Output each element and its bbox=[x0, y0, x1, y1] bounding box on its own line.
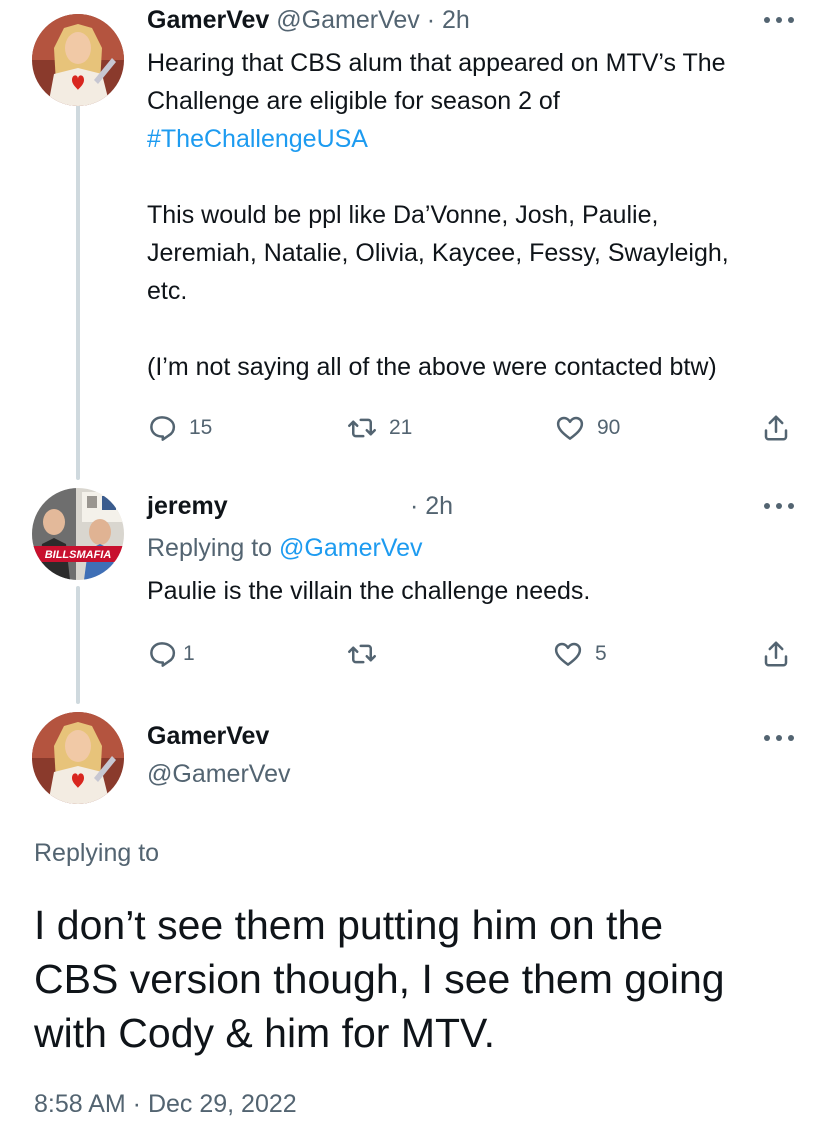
tweet-text-line: etc. bbox=[147, 277, 188, 305]
avatar-banner-text: BILLSMAFIA bbox=[45, 549, 112, 561]
tweet-2-actions: 1 5 bbox=[147, 636, 797, 672]
handle[interactable]: @GamerVev bbox=[147, 760, 290, 788]
retweet-button[interactable]: 21 bbox=[347, 410, 412, 446]
like-count: 5 bbox=[595, 642, 607, 665]
tweet-2-text: Paulie is the villain the challenge need… bbox=[147, 572, 807, 610]
retweet-icon bbox=[348, 644, 376, 664]
like-button[interactable]: 90 bbox=[555, 410, 620, 446]
main-tweet-text: I don’t see them putting him on the CBS … bbox=[34, 898, 804, 1060]
tweet-text-line: Paulie is the villain the challenge need… bbox=[147, 577, 591, 605]
avatar-gamervev[interactable] bbox=[32, 712, 124, 804]
more-icon[interactable] bbox=[764, 491, 794, 521]
main-tweet-name: GamerVev bbox=[147, 721, 269, 751]
avatar-gamervev[interactable] bbox=[32, 14, 124, 106]
tweet-2-time: · 2h bbox=[410, 491, 453, 521]
hashtag-link[interactable]: #TheChallengeUSA bbox=[147, 125, 368, 153]
display-name[interactable]: GamerVev bbox=[147, 6, 269, 34]
tweet-1-text: Hearing that CBS alum that appeared on M… bbox=[147, 44, 807, 386]
replying-handle-link[interactable]: @GamerVev bbox=[279, 534, 422, 562]
avatar-image bbox=[32, 712, 124, 804]
tweet-text-line: Challenge are eligible for season 2 of bbox=[147, 87, 560, 115]
thread-line-1 bbox=[76, 98, 80, 480]
reply-icon bbox=[150, 642, 176, 667]
reply-button[interactable]: 15 bbox=[147, 410, 212, 446]
replying-label: Replying to bbox=[147, 534, 273, 562]
avatar-image bbox=[32, 14, 124, 106]
share-icon bbox=[764, 641, 788, 667]
more-icon[interactable] bbox=[764, 5, 794, 35]
replying-to: Replying to @GamerVev bbox=[147, 533, 423, 563]
retweet-count: 21 bbox=[389, 416, 413, 439]
tweet-2-header: jeremy bbox=[147, 491, 228, 521]
thread-line-2 bbox=[76, 586, 80, 704]
heart-icon bbox=[554, 642, 582, 666]
tweet-text-line: with Cody & him for MTV. bbox=[34, 1010, 496, 1056]
avatar-image: BILLSMAFIA bbox=[32, 488, 124, 580]
share-button[interactable] bbox=[761, 410, 791, 446]
tweet-text-line: This would be ppl like Da’Vonne, Josh, P… bbox=[147, 201, 659, 229]
tweet-1-header: GamerVev @GamerVev · 2h bbox=[147, 5, 470, 35]
tweet-text-line: Hearing that CBS alum that appeared on M… bbox=[147, 49, 726, 77]
reply-button[interactable]: 1 bbox=[147, 636, 195, 672]
replying-to: Replying to bbox=[34, 839, 160, 867]
display-name[interactable]: jeremy bbox=[147, 492, 228, 520]
tweet-text-line: (I’m not saying all of the above were co… bbox=[147, 353, 717, 381]
tweet-text-line: Jeremiah, Natalie, Olivia, Kaycee, Fessy… bbox=[147, 239, 729, 267]
handle[interactable]: @GamerVev bbox=[276, 6, 419, 34]
more-icon[interactable] bbox=[764, 723, 794, 753]
tweet-timestamp[interactable]: 8:58 AM · Dec 29, 2022 bbox=[34, 1088, 297, 1120]
avatar-jeremy[interactable]: BILLSMAFIA bbox=[32, 488, 124, 580]
reply-icon bbox=[150, 416, 176, 441]
tweet-text-line: I don’t see them putting him on the bbox=[34, 902, 664, 948]
reply-count: 1 bbox=[183, 642, 195, 665]
share-icon bbox=[764, 415, 788, 441]
timestamp[interactable]: · 2h bbox=[427, 6, 470, 34]
heart-icon bbox=[556, 416, 584, 440]
timestamp[interactable]: · 2h bbox=[410, 492, 453, 520]
reply-count: 15 bbox=[189, 416, 213, 439]
like-count: 90 bbox=[597, 416, 621, 439]
share-button[interactable] bbox=[761, 636, 791, 672]
retweet-icon bbox=[348, 418, 376, 438]
tweet-1-actions: 15 21 90 bbox=[147, 410, 797, 446]
like-button[interactable]: 5 bbox=[553, 636, 607, 672]
retweet-button[interactable] bbox=[347, 636, 389, 672]
tweet-text-line: CBS version though, I see them going bbox=[34, 956, 725, 1002]
display-name[interactable]: GamerVev bbox=[147, 722, 269, 750]
main-tweet-handle: @GamerVev bbox=[147, 759, 290, 789]
